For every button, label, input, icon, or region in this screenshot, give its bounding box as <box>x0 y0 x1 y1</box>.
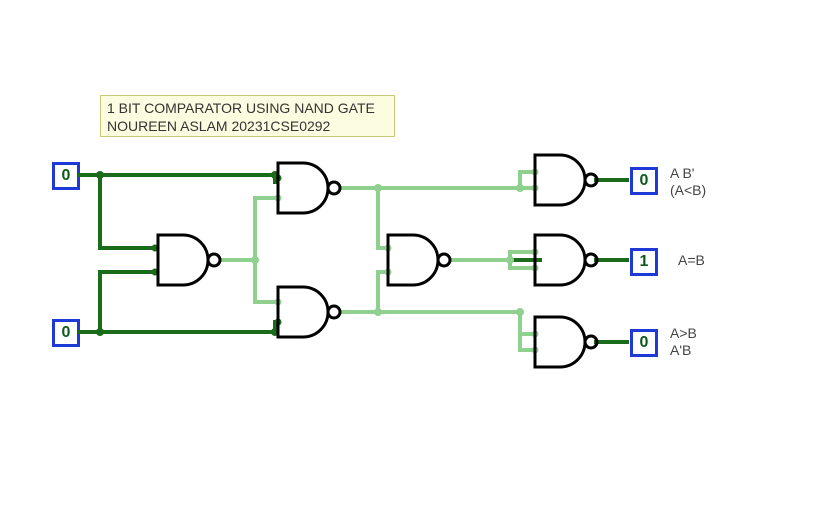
nand-gate-6 <box>535 235 597 285</box>
nand-gate-7 <box>535 317 597 367</box>
nand-gate-1 <box>158 235 220 285</box>
nand-gate-3 <box>278 287 340 337</box>
nand-gate-5 <box>535 155 597 205</box>
nand-gate-4 <box>388 235 450 285</box>
nand-gate-2 <box>278 163 340 213</box>
circuit-diagram <box>0 0 816 510</box>
